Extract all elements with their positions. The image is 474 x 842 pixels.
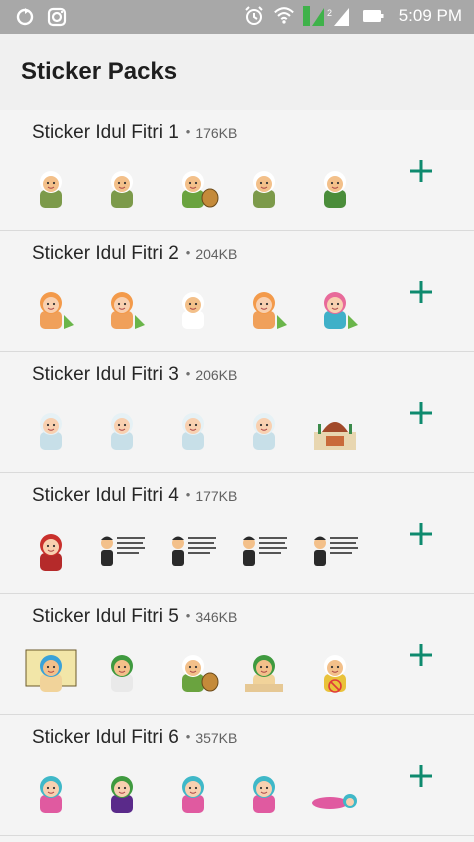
sticker-preview-strip — [24, 765, 362, 819]
signal-icon: 2 — [302, 5, 353, 27]
sticker-thumbnail — [95, 281, 149, 335]
pack-name: Sticker Idul Fitri 2 — [32, 243, 179, 264]
sticker-preview-strip — [24, 402, 362, 456]
sticker-thumbnail — [237, 644, 291, 698]
separator-dot: • — [185, 729, 191, 744]
pack-size: 206KB — [195, 367, 238, 383]
sticker-thumbnail — [308, 765, 362, 819]
plus-icon — [410, 765, 432, 787]
sticker-thumbnail — [95, 523, 149, 577]
alarm-icon — [243, 5, 265, 27]
add-pack-button[interactable] — [406, 156, 436, 186]
pack-name: Sticker Idul Fitri 3 — [32, 364, 179, 385]
pack-size: 176KB — [195, 125, 238, 141]
sticker-thumbnail — [308, 160, 362, 214]
sync-icon — [14, 6, 36, 28]
separator-dot: • — [185, 366, 191, 381]
sticker-pack-row[interactable]: Sticker Idul Fitri 2 • 204KB — [0, 231, 474, 352]
sticker-pack-row[interactable]: Sticker Idul Fitri 5 • 346KB — [0, 594, 474, 715]
wifi-icon — [273, 5, 295, 27]
sticker-thumbnail — [24, 281, 78, 335]
sticker-thumbnail — [166, 644, 220, 698]
app-header: Sticker Packs — [0, 34, 474, 110]
sticker-thumbnail — [237, 281, 291, 335]
sticker-preview-strip — [24, 644, 362, 698]
clock-time: 5:09 PM — [398, 6, 462, 25]
sticker-preview-strip — [24, 523, 362, 577]
sticker-thumbnail — [95, 644, 149, 698]
pack-size: 357KB — [195, 730, 238, 746]
sticker-thumbnail — [237, 765, 291, 819]
sticker-thumbnail — [24, 523, 78, 577]
pack-title-line: Sticker Idul Fitri 5 • 346KB — [32, 606, 237, 628]
add-pack-button[interactable] — [406, 398, 436, 428]
pack-size: 204KB — [195, 246, 238, 262]
plus-icon — [410, 523, 432, 545]
pack-title-line: Sticker Idul Fitri 3 • 206KB — [32, 364, 237, 386]
sticker-pack-row[interactable]: Sticker Idul Fitri 1 • 176KB — [0, 110, 474, 231]
sticker-thumbnail — [166, 281, 220, 335]
svg-text:2: 2 — [327, 8, 332, 18]
sticker-thumbnail — [166, 160, 220, 214]
plus-icon — [410, 281, 432, 303]
sticker-thumbnail — [24, 765, 78, 819]
sticker-thumbnail — [166, 765, 220, 819]
sticker-thumbnail — [308, 523, 362, 577]
separator-dot: • — [185, 245, 191, 260]
sticker-thumbnail — [308, 402, 362, 456]
sticker-thumbnail — [166, 402, 220, 456]
battery-icon — [361, 5, 385, 27]
pack-size: 177KB — [195, 488, 238, 504]
sticker-thumbnail — [237, 402, 291, 456]
sticker-thumbnail — [95, 765, 149, 819]
sticker-pack-list: Sticker Idul Fitri 1 • 176KB Sticker Idul … — [0, 110, 474, 836]
sticker-preview-strip — [24, 160, 362, 214]
add-pack-button[interactable] — [406, 640, 436, 670]
pack-title-line: Sticker Idul Fitri 1 • 176KB — [32, 122, 237, 144]
add-pack-button[interactable] — [406, 761, 436, 791]
plus-icon — [410, 644, 432, 666]
add-pack-button[interactable] — [406, 277, 436, 307]
sticker-thumbnail — [237, 523, 291, 577]
separator-dot: • — [185, 487, 191, 502]
separator-dot: • — [185, 608, 191, 623]
status-bar: 2 5:09 PM — [0, 0, 474, 34]
sticker-thumbnail — [24, 644, 78, 698]
plus-icon — [410, 402, 432, 424]
pack-name: Sticker Idul Fitri 4 — [32, 485, 179, 506]
pack-title-line: Sticker Idul Fitri 4 • 177KB — [32, 485, 237, 507]
pack-name: Sticker Idul Fitri 1 — [32, 122, 179, 143]
sticker-thumbnail — [237, 160, 291, 214]
sticker-thumbnail — [95, 160, 149, 214]
sticker-thumbnail — [308, 644, 362, 698]
pack-title-line: Sticker Idul Fitri 2 • 204KB — [32, 243, 237, 265]
sticker-thumbnail — [166, 523, 220, 577]
pack-title-line: Sticker Idul Fitri 6 • 357KB — [32, 727, 237, 749]
pack-name: Sticker Idul Fitri 6 — [32, 727, 179, 748]
add-pack-button[interactable] — [406, 519, 436, 549]
sticker-pack-row[interactable]: Sticker Idul Fitri 4 • 177KB — [0, 473, 474, 594]
sticker-thumbnail — [308, 281, 362, 335]
plus-icon — [410, 160, 432, 182]
pack-name: Sticker Idul Fitri 5 — [32, 606, 179, 627]
sticker-thumbnail — [24, 160, 78, 214]
sticker-thumbnail — [95, 402, 149, 456]
pack-size: 346KB — [195, 609, 238, 625]
page-title: Sticker Packs — [21, 58, 178, 85]
sticker-pack-row[interactable]: Sticker Idul Fitri 3 • 206KB — [0, 352, 474, 473]
separator-dot: • — [185, 124, 191, 139]
sticker-thumbnail — [24, 402, 78, 456]
instagram-icon — [46, 6, 68, 28]
sticker-preview-strip — [24, 281, 362, 335]
sticker-pack-row[interactable]: Sticker Idul Fitri 6 • 357KB — [0, 715, 474, 836]
